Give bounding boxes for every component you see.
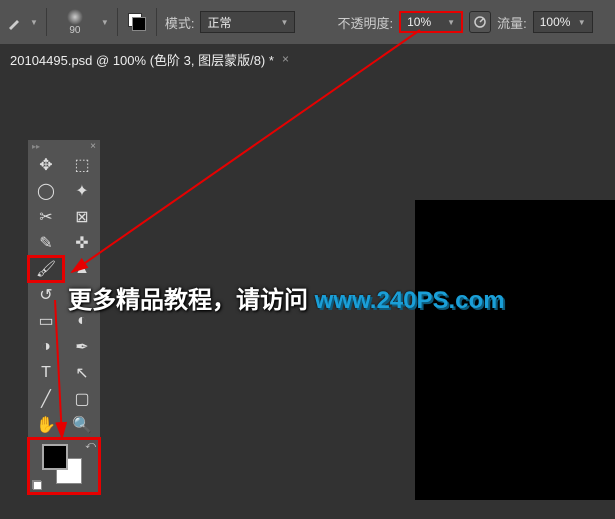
tool-preset-picker[interactable]	[6, 13, 24, 31]
zoom-tool[interactable]: 🔍	[64, 412, 100, 438]
clone-stamp-tool[interactable]: ▲	[64, 256, 100, 282]
history-brush-tool[interactable]: ↺	[28, 282, 64, 308]
chevron-down-icon[interactable]: ▼	[101, 18, 109, 27]
brush-dot-icon	[67, 9, 83, 25]
shape-tool[interactable]: ▢	[64, 386, 100, 412]
healing-brush-tool[interactable]: ✜	[64, 230, 100, 256]
close-tab-icon[interactable]: ×	[282, 52, 289, 66]
document-title: 20104495.psd @ 100% (色阶 3, 图层蒙版/8) *	[10, 50, 274, 69]
default-colors-icon[interactable]	[32, 480, 42, 490]
lasso-tool[interactable]: ◯	[28, 178, 64, 204]
flow-label: 流量:	[497, 13, 527, 32]
brush-panel-toggle[interactable]	[126, 11, 148, 33]
swap-colors-icon[interactable]: ⤺	[85, 440, 96, 451]
eyedropper-tool[interactable]: ✎	[28, 230, 64, 256]
color-swatches[interactable]: ⤺	[28, 438, 100, 494]
hand-tool[interactable]: ✋	[28, 412, 64, 438]
path-selection-tool[interactable]: ↖	[64, 360, 100, 386]
magic-wand-tool[interactable]: ✦	[64, 178, 100, 204]
blend-mode-value: 正常	[207, 14, 231, 31]
panel-close-icon[interactable]: ×	[90, 141, 96, 152]
pressure-opacity-toggle[interactable]	[469, 11, 491, 33]
watermark-part1: 更多精品教程，请访问	[68, 287, 315, 314]
watermark-text: 更多精品教程，请访问 www.240PS.com	[68, 280, 505, 315]
brush-size-label: 90	[69, 25, 80, 36]
toolbox-panel: ▸▸ × ✥ ⬚ ◯ ✦ ✂ ⊠ ✎ ✜ 🖌 ▲ ↺ ◧ ▭ ◐ ◑ ✒ T ↖…	[28, 140, 100, 494]
chevron-down-icon: ▼	[447, 18, 455, 27]
mode-label: 模式:	[165, 13, 195, 32]
gradient-tool[interactable]: ▭	[28, 308, 64, 334]
canvas[interactable]	[415, 200, 615, 500]
marquee-tool[interactable]: ⬚	[64, 152, 100, 178]
opacity-input[interactable]: 10% ▼	[399, 11, 463, 33]
flow-input[interactable]: 100% ▼	[533, 11, 593, 33]
opacity-value: 10%	[407, 15, 431, 29]
flow-value: 100%	[540, 15, 571, 29]
crop-tool[interactable]: ✂	[28, 204, 64, 230]
chevron-down-icon: ▼	[281, 18, 289, 27]
opacity-label: 不透明度:	[337, 13, 393, 32]
dodge-tool[interactable]: ◑	[28, 334, 64, 360]
brush-tool[interactable]: 🖌	[28, 256, 64, 282]
type-tool[interactable]: T	[28, 360, 64, 386]
chevron-down-icon[interactable]: ▼	[30, 18, 38, 27]
line-tool[interactable]: ╱	[28, 386, 64, 412]
foreground-color-swatch[interactable]	[42, 444, 68, 470]
watermark-url: www.240PS.com	[315, 287, 505, 314]
brush-preset-picker[interactable]: 90	[55, 9, 95, 36]
move-tool[interactable]: ✥	[28, 152, 64, 178]
chevron-down-icon: ▼	[578, 18, 586, 27]
slice-tool[interactable]: ⊠	[64, 204, 100, 230]
pen-tool[interactable]: ✒	[64, 334, 100, 360]
panel-grip-icon[interactable]: ▸▸	[32, 142, 40, 151]
document-tab[interactable]: 20104495.psd @ 100% (色阶 3, 图层蒙版/8) * ×	[10, 50, 289, 69]
blend-mode-dropdown[interactable]: 正常 ▼	[200, 11, 295, 33]
